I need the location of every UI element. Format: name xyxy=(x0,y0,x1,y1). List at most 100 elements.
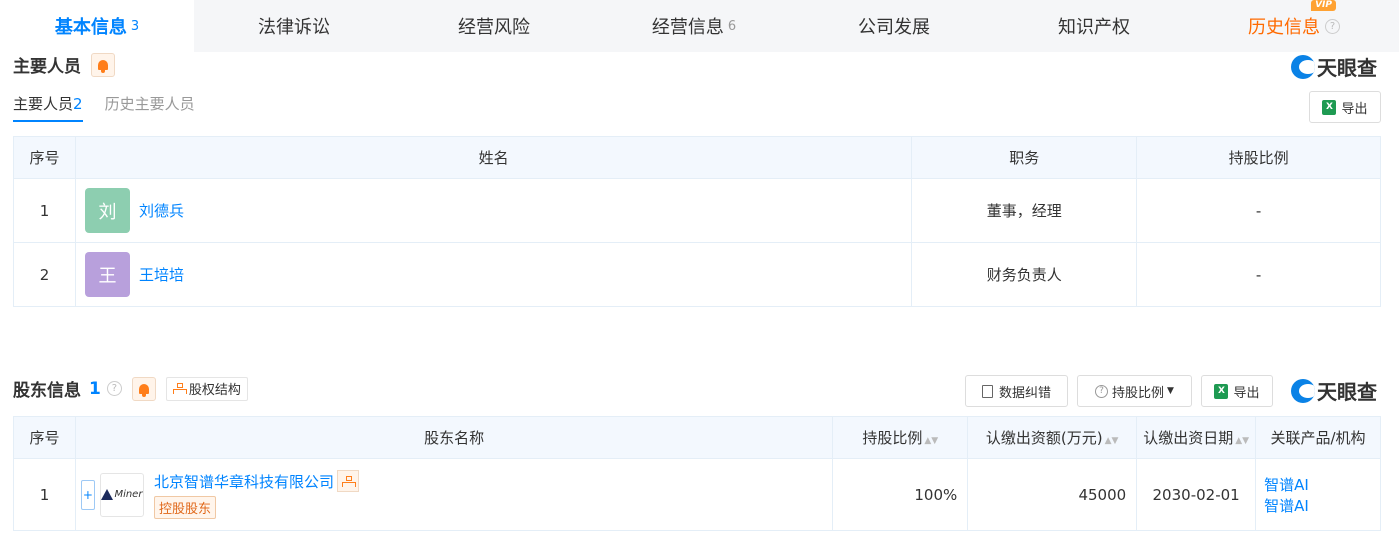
top-tabs: 基本信息 3 法律诉讼 经营风险 经营信息 6 公司发展 知识产权 历史信息 ? V… xyxy=(0,0,1399,52)
name-cell: 刘 刘德兵 xyxy=(74,178,913,243)
amount-cell: 45000 xyxy=(967,458,1138,531)
share-cell: - xyxy=(1136,242,1381,307)
table-row: 1 刘 刘德兵 董事，经理 - xyxy=(13,178,1381,243)
shareholder-name-cell: + Miner 北京智谱华章科技有限公司 控股股东 xyxy=(74,458,834,531)
help-icon: ? xyxy=(1095,384,1109,398)
column-header: 序号 xyxy=(13,416,76,459)
shareholder-name-link[interactable]: 北京智谱华章科技有限公司 xyxy=(154,471,334,492)
share-cell: - xyxy=(1136,178,1381,243)
data-correction-button[interactable]: 数据纠错 xyxy=(965,375,1068,407)
help-icon[interactable]: ? xyxy=(1325,18,1340,34)
brand-text: 天眼查 xyxy=(1317,380,1377,404)
company-logo: Miner xyxy=(99,472,144,517)
person-name-link[interactable]: 王培培 xyxy=(139,264,184,285)
table-header-row: 序号 股东名称 持股比例 ▲▼ 认缴出资额(万元) ▲▼ 认缴出资日期 ▲▼ 关联产品… xyxy=(13,416,1381,459)
column-header-amount[interactable]: 认缴出资额(万元) ▲▼ xyxy=(967,416,1138,459)
people-table: 序号 姓名 职务 持股比例 1 刘 刘德兵 董事，经理 - 2 王 王培培 财务… xyxy=(13,136,1381,307)
tab-basic-info[interactable]: 基本信息 3 xyxy=(0,0,194,52)
equity-structure-button[interactable]: 股权结构 xyxy=(165,376,248,401)
column-header-date[interactable]: 认缴出资日期 ▲▼ xyxy=(1136,416,1257,459)
role-cell: 财务负责人 xyxy=(911,242,1138,307)
tab-label: 经营风险 xyxy=(458,17,530,38)
product-link[interactable]: 智谱AI xyxy=(1264,474,1380,495)
avatar: 王 xyxy=(84,252,130,297)
tab-ip[interactable]: 知识产权 xyxy=(994,0,1194,52)
excel-icon: X xyxy=(1214,383,1229,399)
tianyancha-logo-icon xyxy=(1291,378,1315,403)
structure-icon xyxy=(172,383,187,394)
tab-history[interactable]: 历史信息 ? VIP xyxy=(1194,0,1394,52)
people-section-title: 主要人员 xyxy=(13,52,115,77)
tab-label: 公司发展 xyxy=(858,17,930,38)
subtab-main-people[interactable]: 主要人员2 xyxy=(13,93,83,122)
section-title-text: 股东信息 xyxy=(13,381,81,401)
subtab-count: 2 xyxy=(73,95,83,113)
bell-icon[interactable] xyxy=(91,52,115,77)
button-label: 导出 xyxy=(1341,101,1368,117)
subtab-label: 历史主要人员 xyxy=(104,95,195,113)
role-cell: 董事，经理 xyxy=(911,178,1138,243)
shareholder-table: 序号 股东名称 持股比例 ▲▼ 认缴出资额(万元) ▲▼ 认缴出资日期 ▲▼ 关联产品… xyxy=(13,416,1381,531)
column-header-ratio[interactable]: 持股比例 ▲▼ xyxy=(832,416,969,459)
document-icon xyxy=(981,384,993,398)
shareholder-info: 北京智谱华章科技有限公司 控股股东 xyxy=(153,470,359,519)
subtab-label: 主要人员 xyxy=(13,95,74,113)
expand-plus-icon[interactable]: + xyxy=(80,479,95,510)
tab-label: 经营信息 xyxy=(651,17,724,38)
person-name-link[interactable]: 刘德兵 xyxy=(139,200,184,221)
button-label: 数据纠错 xyxy=(998,385,1051,401)
brand-logo: 天眼查 xyxy=(1291,52,1377,81)
subtab-history-people[interactable]: 历史主要人员 xyxy=(105,93,195,122)
ratio-filter-dropdown[interactable]: ? 持股比例 ▼ xyxy=(1077,375,1192,407)
button-label: 持股比例 xyxy=(1112,385,1165,401)
table-row: 1 + Miner 北京智谱华章科技有限公司 控股股东 100% 45000 2… xyxy=(13,458,1381,531)
products-cell: 智谱AI 智谱AI xyxy=(1255,458,1381,531)
column-header: 姓名 xyxy=(74,136,913,179)
column-header: 持股比例 xyxy=(1136,136,1381,179)
row-index: 1 xyxy=(13,178,76,243)
tab-development[interactable]: 公司发展 xyxy=(794,0,994,52)
vip-badge: VIP xyxy=(1311,0,1336,11)
column-header: 股东名称 xyxy=(74,416,834,459)
excel-icon: X xyxy=(1322,99,1337,115)
product-link[interactable]: 智谱AI xyxy=(1264,495,1380,516)
export-shareholders-button[interactable]: X 导出 xyxy=(1201,375,1273,407)
avatar: 刘 xyxy=(84,188,130,233)
structure-icon xyxy=(341,475,356,487)
tab-legal[interactable]: 法律诉讼 xyxy=(194,0,394,52)
column-header: 职务 xyxy=(911,136,1138,179)
tab-count: 3 xyxy=(130,18,140,34)
table-header-row: 序号 姓名 职务 持股比例 xyxy=(13,136,1381,179)
miner-logo-icon xyxy=(101,489,114,500)
column-header-text: 认缴出资额(万元) xyxy=(985,429,1103,447)
section-title-text: 主要人员 xyxy=(13,57,81,77)
tab-operation[interactable]: 经营信息 6 xyxy=(594,0,794,52)
export-people-button[interactable]: X 导出 xyxy=(1309,91,1381,123)
brand-text: 天眼查 xyxy=(1317,56,1377,80)
date-cell: 2030-02-01 xyxy=(1136,458,1257,531)
row-index: 2 xyxy=(13,242,76,307)
tianyancha-logo-icon xyxy=(1291,54,1315,79)
button-label: 导出 xyxy=(1233,385,1260,401)
people-subtabs: 主要人员2 历史主要人员 xyxy=(13,93,217,122)
ratio-cell: 100% xyxy=(832,458,969,531)
caret-down-icon: ▼ xyxy=(1167,386,1174,396)
tab-risk[interactable]: 经营风险 xyxy=(394,0,594,52)
name-cell: 王 王培培 xyxy=(74,242,913,307)
button-label: 股权结构 xyxy=(188,383,241,398)
sort-icon: ▲▼ xyxy=(1104,436,1119,446)
section-count: 1 xyxy=(89,378,101,399)
brand-logo: 天眼查 xyxy=(1291,376,1377,405)
tab-label: 历史信息 xyxy=(1248,17,1320,38)
bell-icon[interactable] xyxy=(131,376,156,401)
column-header: 序号 xyxy=(13,136,76,179)
sort-icon: ▲▼ xyxy=(924,436,939,446)
logo-text: Miner xyxy=(114,489,143,500)
column-header-text: 认缴出资日期 xyxy=(1143,429,1234,447)
help-icon[interactable]: ? xyxy=(106,381,122,396)
column-header: 关联产品/机构 xyxy=(1255,416,1381,459)
structure-icon-button[interactable] xyxy=(336,470,359,492)
table-row: 2 王 王培培 财务负责人 - xyxy=(13,242,1381,307)
tab-count: 6 xyxy=(727,18,737,34)
sort-icon: ▲▼ xyxy=(1235,436,1250,446)
